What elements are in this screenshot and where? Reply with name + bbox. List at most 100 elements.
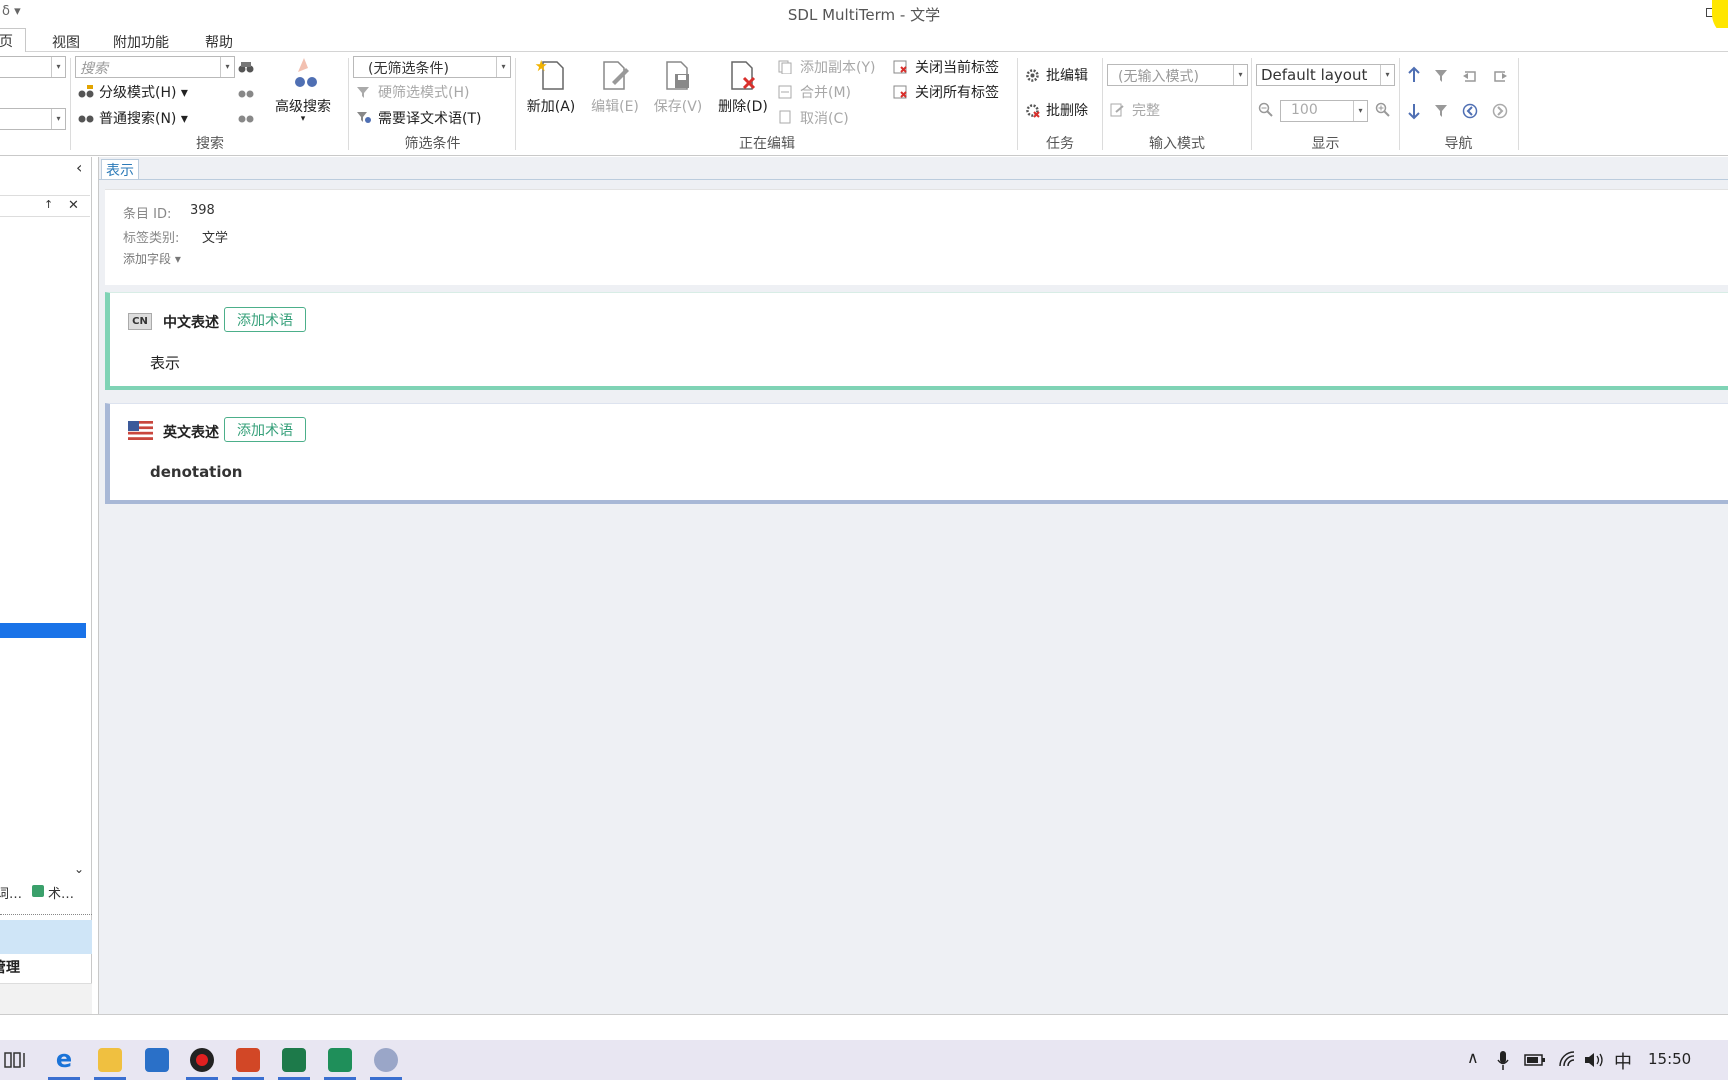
group-label-filter: 筛选条件	[404, 136, 461, 152]
title-bar: δ ▾ SDL MultiTerm - 文学	[0, 0, 1728, 38]
needs-translation-button[interactable]: 需要译文术语(T)	[378, 108, 481, 128]
mail-icon[interactable]	[145, 1048, 169, 1072]
edit-document-icon	[603, 61, 629, 90]
add-copy-button[interactable]: 添加副本(Y)	[800, 57, 875, 77]
batch-edit-gear-icon	[1026, 69, 1039, 82]
new-entry-button[interactable]: 新加(A)	[522, 56, 580, 126]
group-label-tasks: 任务	[1046, 136, 1074, 152]
battery-icon[interactable]	[1524, 1053, 1546, 1067]
back-icon[interactable]	[1462, 103, 1478, 119]
last-entry-icon[interactable]	[1492, 68, 1508, 84]
scroll-down-icon[interactable]: ⌄	[74, 862, 84, 876]
task-view-icon[interactable]	[4, 1050, 28, 1070]
batch-edit-button[interactable]: 批编辑	[1046, 65, 1088, 85]
language-section-cn: CN 中文表述 添加术语 表示	[105, 292, 1728, 390]
selected-list-item[interactable]	[0, 623, 86, 638]
add-term-button-en[interactable]: 添加术语	[224, 417, 306, 442]
filter-combo[interactable]: (无筛选条件) ▾	[353, 56, 511, 78]
entry-header: 条目 ID: 398 标签类别: 文学 添加字段 ▾	[105, 189, 1728, 285]
normal-search-icon	[78, 115, 94, 123]
merge-button[interactable]: 合并(M)	[800, 82, 851, 102]
complete-icon	[1110, 103, 1124, 117]
filter-up-icon[interactable]	[1434, 68, 1450, 84]
tab-help[interactable]: 帮助	[205, 30, 233, 52]
ime-indicator[interactable]: 中	[1614, 1048, 1632, 1074]
edge-browser-icon[interactable]: e	[52, 1047, 76, 1072]
entry-id-label: 条目 ID:	[123, 207, 172, 222]
file-explorer-icon[interactable]	[98, 1048, 122, 1072]
binoculars-next-icon[interactable]	[238, 110, 254, 124]
zoom-out-icon[interactable]	[1258, 102, 1274, 118]
batch-delete-button[interactable]: 批删除	[1046, 100, 1088, 120]
complete-button[interactable]: 完整	[1132, 100, 1160, 120]
add-term-button-cn[interactable]: 添加术语	[224, 307, 306, 332]
group-label-display: 显示	[1311, 136, 1340, 152]
us-flag-icon	[128, 421, 153, 440]
close-current-tab-icon	[893, 60, 907, 74]
arrow-down-icon[interactable]	[1406, 102, 1422, 120]
speaker-icon[interactable]	[1584, 1051, 1606, 1069]
zoom-combo[interactable]: 100 ▾	[1280, 100, 1368, 122]
zoom-in-icon[interactable]	[1375, 102, 1391, 118]
group-label-editing: 正在编辑	[739, 136, 795, 152]
splitter[interactable]	[0, 914, 92, 915]
multiterm-widget-icon[interactable]	[328, 1048, 352, 1072]
add-copy-icon	[778, 60, 792, 74]
normal-search-button[interactable]: 普通搜索(N) ▾	[99, 108, 188, 128]
delete-entry-button[interactable]: 删除(D)	[712, 56, 774, 126]
recorder-icon[interactable]	[190, 1048, 214, 1072]
microphone-icon[interactable]	[1496, 1050, 1510, 1072]
tab-home[interactable]: 页	[0, 28, 26, 53]
tab-view[interactable]: 视图	[52, 30, 80, 52]
cancel-button[interactable]: 取消(C)	[800, 108, 849, 128]
pane-nav-selected[interactable]	[0, 920, 92, 954]
menu-bar: 页 视图 附加功能 帮助	[0, 28, 1728, 53]
status-bar	[0, 1014, 1728, 1040]
wifi-icon[interactable]	[1558, 1050, 1578, 1070]
pin-icon[interactable]: ↑	[44, 198, 53, 211]
entry-tab[interactable]: 表示	[101, 159, 139, 179]
advanced-search-icon	[295, 58, 317, 87]
layout-combo[interactable]: Default layout ▾	[1256, 64, 1395, 86]
merge-icon	[778, 85, 792, 99]
hierarchical-mode-button[interactable]: 分级模式(H) ▾	[99, 82, 188, 102]
clock[interactable]: 15:50	[1648, 1050, 1691, 1068]
group-label-input-mode: 输入模式	[1149, 136, 1205, 152]
close-current-tab-button[interactable]: 关闭当前标签	[915, 57, 999, 77]
binoculars-prev-icon[interactable]	[238, 85, 254, 99]
pane-tab-2[interactable]: 术…	[48, 883, 74, 902]
filter-down-icon[interactable]	[1434, 103, 1450, 119]
term-cn[interactable]: 表示	[150, 352, 180, 373]
pane-tab-1[interactable]: 词…	[0, 883, 22, 902]
binoculars-icon[interactable]	[238, 60, 254, 74]
edit-entry-button[interactable]: 编辑(E)	[585, 56, 645, 126]
close-pane-icon[interactable]: ✕	[68, 198, 79, 213]
globe-app-icon[interactable]	[374, 1048, 398, 1072]
termbase-combo[interactable]: ▾	[0, 56, 66, 78]
add-field-button[interactable]: 添加字段 ▾	[123, 250, 181, 267]
save-entry-button[interactable]: 保存(V)	[648, 56, 708, 126]
hierarchical-search-icon	[78, 85, 94, 98]
multiterm-icon[interactable]	[282, 1048, 306, 1072]
pane-nav-manage[interactable]: 管理	[0, 957, 20, 977]
label-category-label: 标签类别:	[123, 231, 180, 246]
group-label-navigation: 导航	[1444, 136, 1473, 152]
input-mode-combo[interactable]: (无输入模式) ▾	[1107, 64, 1248, 86]
powerpoint-icon[interactable]	[236, 1048, 260, 1072]
search-input[interactable]: 搜索 ▾	[75, 56, 235, 78]
chevron-up-icon[interactable]: ∧	[1467, 1048, 1479, 1067]
taskbar: e ∧ 中 15:50	[0, 1040, 1728, 1080]
left-pane-header: ‹	[0, 158, 92, 180]
index-combo[interactable]: ▾	[0, 108, 66, 130]
advanced-search-button[interactable]: 高级搜索 ▾	[268, 56, 338, 126]
collapse-pane-icon[interactable]: ‹	[76, 158, 82, 177]
term-en[interactable]: denotation	[150, 463, 242, 481]
first-entry-icon[interactable]	[1462, 68, 1478, 84]
pane-titlebar: ↑ ✕	[0, 195, 90, 217]
close-all-tabs-button[interactable]: 关闭所有标签	[915, 82, 999, 102]
hard-filter-icon	[357, 87, 369, 98]
forward-icon[interactable]	[1492, 103, 1508, 119]
arrow-up-icon[interactable]	[1406, 66, 1422, 84]
tab-addons[interactable]: 附加功能	[113, 30, 169, 52]
hard-filter-button[interactable]: 硬筛选模式(H)	[378, 82, 469, 102]
